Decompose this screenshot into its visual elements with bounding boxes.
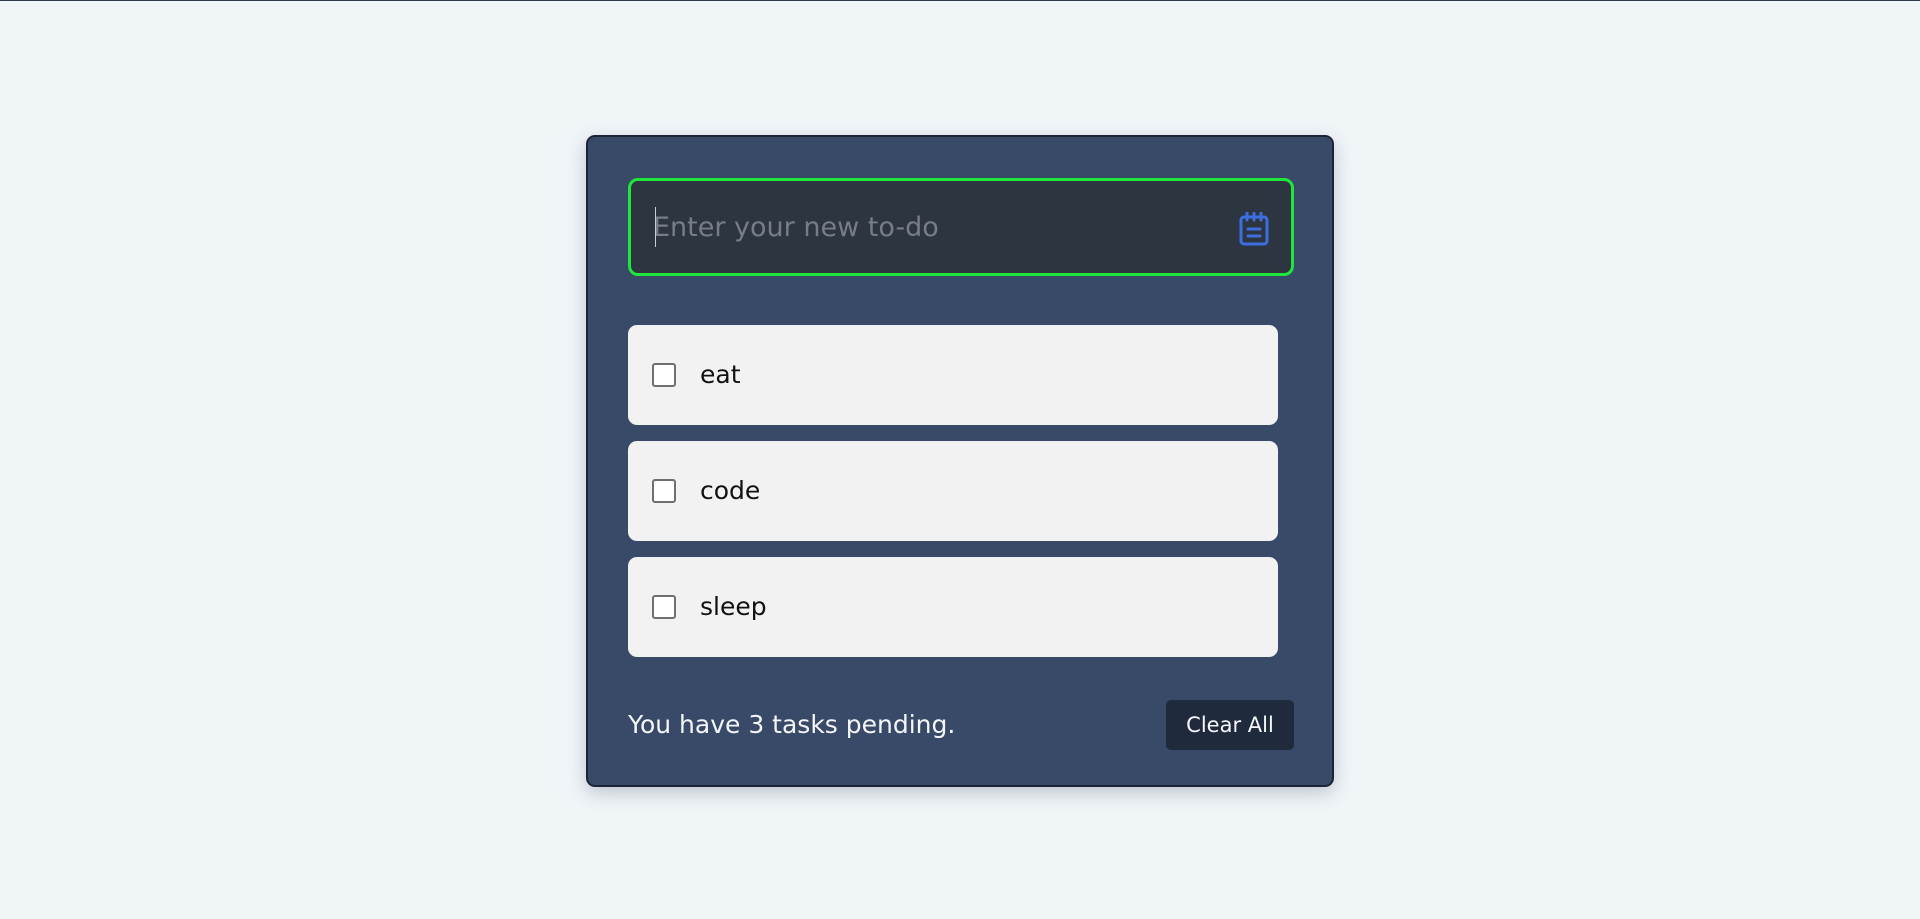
todo-input[interactable] <box>653 181 1213 273</box>
task-checkbox[interactable] <box>652 479 676 503</box>
pending-count-text: You have 3 tasks pending. <box>628 710 956 739</box>
task-item-eat[interactable]: eat <box>628 325 1278 425</box>
task-label: sleep <box>700 592 767 621</box>
task-checkbox[interactable] <box>652 363 676 387</box>
task-item-sleep[interactable]: sleep <box>628 557 1278 657</box>
clear-all-button[interactable]: Clear All <box>1166 700 1294 750</box>
task-checkbox[interactable] <box>652 595 676 619</box>
notepad-icon[interactable] <box>1239 211 1269 246</box>
todo-card: eat code sleep You have 3 tasks pending.… <box>586 135 1334 787</box>
task-item-code[interactable]: code <box>628 441 1278 541</box>
task-label: code <box>700 476 761 505</box>
todo-input-wrapper <box>628 178 1294 276</box>
task-label: eat <box>700 360 741 389</box>
text-caret <box>655 207 656 247</box>
